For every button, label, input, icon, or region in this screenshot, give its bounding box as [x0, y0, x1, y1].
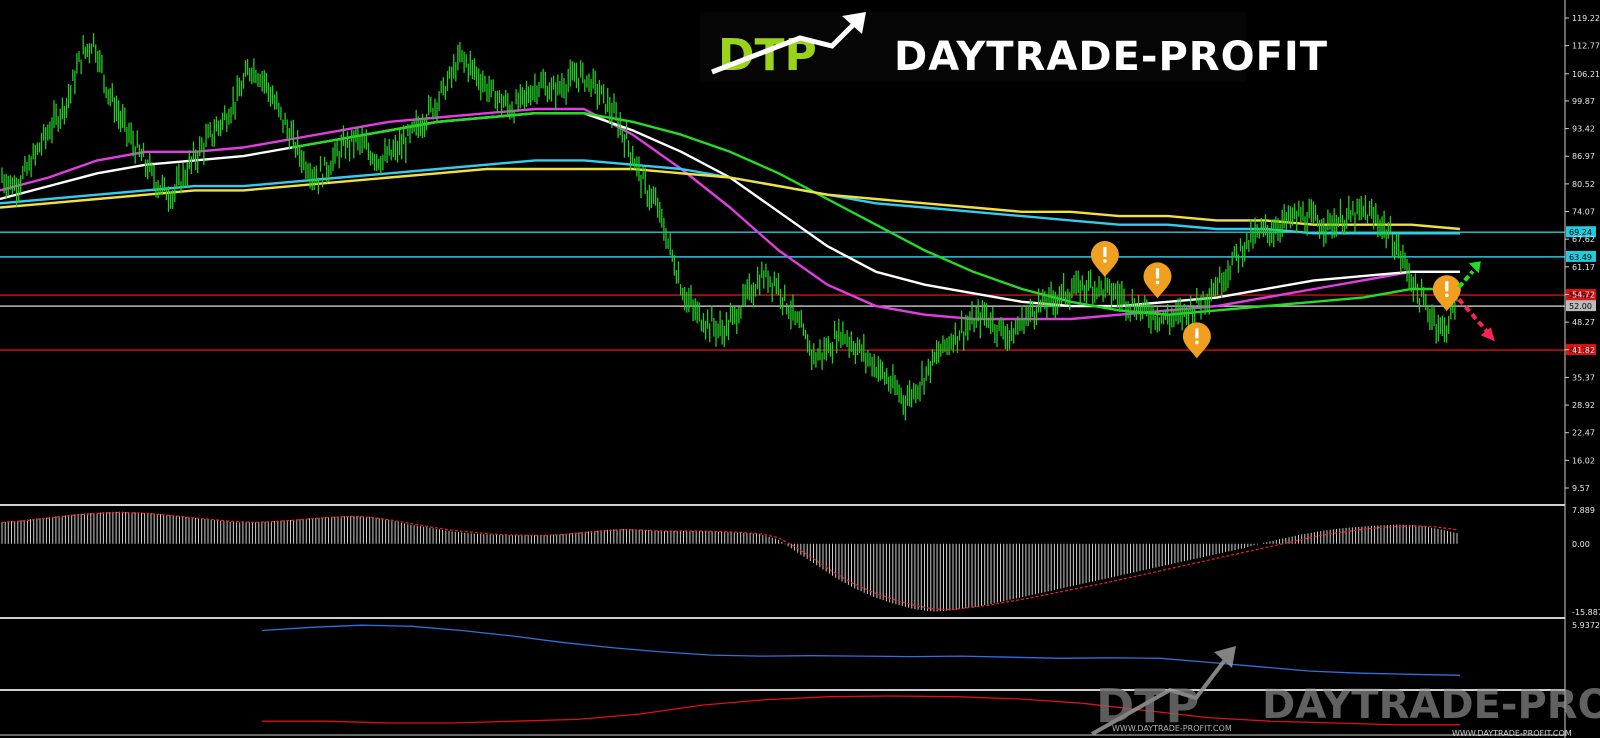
level-label: 52.00	[1569, 302, 1592, 311]
price-tick-label: 67.62	[1572, 235, 1595, 244]
price-tick-label: 48.27	[1572, 318, 1595, 327]
price-tick-label: 28.92	[1572, 401, 1595, 410]
level-label: 63.49	[1569, 253, 1592, 262]
watermark-url-small: WWW.DAYTRADE-PROFIT.COM	[1112, 724, 1232, 733]
price-tick-label: 86.97	[1572, 152, 1595, 161]
footer-url: WWW.DAYTRADE-PROFIT.COM	[1452, 729, 1572, 738]
price-tick-label: 119.22	[1572, 14, 1600, 23]
stock-chart[interactable]: 69.2463.4954.5952.0041.75 DTP DAYTRADE-P…	[0, 0, 1600, 738]
oscillator-tick-label: 0.00	[1572, 540, 1590, 549]
price-tick-label: 74.07	[1572, 208, 1595, 217]
price-tick-label: 93.42	[1572, 125, 1595, 134]
price-tick-label: 80.52	[1572, 180, 1595, 189]
price-tick-label: 106.21	[1572, 70, 1600, 79]
oscillator-tick-label: 7.889	[1572, 506, 1595, 515]
price-tick-label: 22.47	[1572, 429, 1595, 438]
price-tick-label: 16.02	[1572, 456, 1595, 465]
oscillator-tick-label: -15.887	[1572, 608, 1600, 617]
price-tick-label: 61.17	[1572, 263, 1595, 272]
price-tick-label: 41.82	[1572, 346, 1595, 355]
price-tick-label: 99.87	[1572, 97, 1595, 106]
brand-logo: DTP DAYTRADE-PROFIT	[700, 12, 1328, 82]
price-tick-label: 9.57	[1572, 484, 1590, 493]
price-tick-label: 35.37	[1572, 373, 1595, 382]
price-tick-label: 112.77	[1572, 42, 1600, 51]
logo-text: DAYTRADE-PROFIT	[894, 34, 1328, 80]
chart-background	[0, 0, 1600, 738]
indicator-2-tick-label: 5.9372	[1572, 621, 1600, 630]
watermark-text: DAYTRADE-PROFIT	[1262, 682, 1600, 728]
price-tick-label: 54.72	[1572, 290, 1595, 299]
